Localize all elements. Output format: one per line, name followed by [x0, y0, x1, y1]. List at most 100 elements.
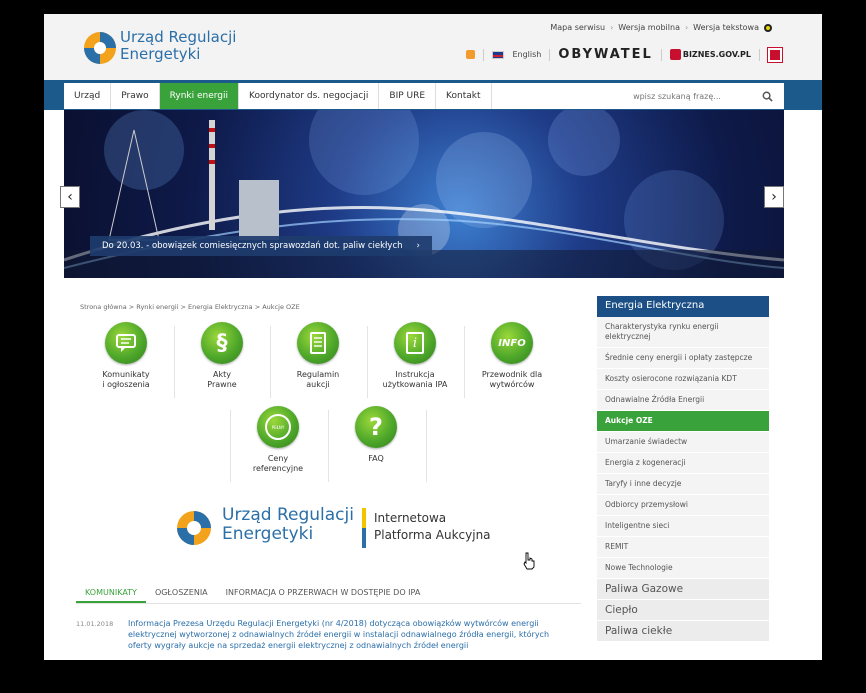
gauge-icon: PEŁNY [257, 406, 299, 448]
breadcrumb[interactable]: Strona główna > Rynki energii > Energia … [80, 303, 300, 311]
info-glyph: i [406, 332, 424, 354]
nav-item-rynki-energii[interactable]: Rynki energii [159, 83, 240, 109]
tile-instrukcja[interactable]: i Instrukcja użytkowania IPA [367, 322, 463, 390]
sidebar-section-paliwa-ciekle[interactable]: Paliwa ciekłe [597, 621, 769, 642]
ipa-name-line2: Energetyki [222, 524, 314, 544]
sidebar-item-nowe-technologie[interactable]: Nowe Technologie [597, 558, 769, 579]
banner-caption-text: Do 20.03. - obowiązek comiesięcznych spr… [102, 241, 403, 251]
tile-label: Komunikaty i ogłoszenia [102, 370, 150, 389]
banner-caption[interactable]: Do 20.03. - obowiązek comiesięcznych spr… [90, 236, 432, 256]
info-badge-icon: INFO [491, 322, 533, 364]
separator-icon: › [610, 23, 614, 32]
sidebar-item-inteligentne-sieci[interactable]: Inteligentne sieci [597, 516, 769, 537]
tile-label: Regulamin aukcji [296, 370, 340, 389]
tile-faq[interactable]: ? FAQ [328, 406, 424, 464]
contrast-icon[interactable] [764, 23, 772, 32]
screen: Urząd Regulacji Energetyki Mapa serwisu … [0, 0, 866, 693]
obywatel-logo[interactable]: OBYWATEL [558, 47, 653, 62]
site-name-line2: Energetyki [120, 45, 201, 63]
biznes-gov-icon [669, 49, 681, 60]
tile-label: Przewodnik dla wytwórców [481, 370, 543, 389]
sidebar-item-odbiorcy[interactable]: Odbiorcy przemysłowi [597, 495, 769, 516]
tile-label: Ceny referencyjne [252, 454, 304, 473]
uk-flag-icon[interactable] [492, 50, 505, 59]
site-name-line1: Urząd Regulacji [120, 28, 237, 46]
nav-item-koordynator[interactable]: Koordynator ds. negocjacji [239, 83, 380, 109]
ipa-name-line1: Urząd Regulacji [222, 505, 354, 525]
carousel-prev-button[interactable]: ‹ [60, 186, 80, 208]
sitemap-link[interactable]: Mapa serwisu [550, 23, 605, 32]
site-name[interactable]: Urząd Regulacji Energetyki [120, 29, 236, 63]
nav-item-bip-ure[interactable]: BIP URE [379, 83, 437, 109]
sidebar-item-taryfy[interactable]: Taryfy i inne decyzje [597, 474, 769, 495]
tile-komunikaty[interactable]: Komunikaty i ogłoszenia [78, 322, 174, 390]
biznes-gov-text: BIZNES.GOV.PL [682, 50, 751, 59]
tile-divider [174, 326, 175, 398]
separator-icon: › [684, 23, 689, 32]
chevron-right-icon: › [416, 241, 420, 251]
ure-logo-icon[interactable] [80, 28, 120, 68]
nav-item-prawo[interactable]: Prawo [111, 83, 160, 109]
main-nav: Urząd Prawo Rynki energii Koordynator ds… [64, 83, 784, 109]
tile-label: FAQ [368, 454, 384, 463]
tile-divider [270, 326, 271, 398]
tile-divider [230, 410, 231, 482]
sidebar-heading[interactable]: Energia Elektryczna [597, 296, 769, 317]
tile-regulamin[interactable]: Regulamin aukcji [270, 322, 366, 390]
document-icon [297, 322, 339, 364]
tile-divider [367, 326, 368, 398]
sidebar-item-umarzanie[interactable]: Umarzanie świadectw [597, 432, 769, 453]
news-tabs: KOMUNIKATY OGŁOSZENIA INFORMACJA O PRZER… [76, 584, 581, 604]
divider [660, 48, 662, 61]
ipa-logo-subtitle: Internetowa Platforma Aukcyjna [374, 510, 491, 544]
tile-label: Akty Prawne [207, 370, 237, 389]
paragraph-icon: § [201, 322, 243, 364]
divider [759, 48, 760, 61]
tab-przerwy-ipa[interactable]: INFORMACJA O PRZERWACH W DOSTĘPIE DO IPA [217, 584, 430, 603]
tile-przewodnik[interactable]: INFO Przewodnik dla wytwórców [464, 322, 560, 390]
sidebar-section-paliwa-gazowe[interactable]: Paliwa Gazowe [597, 579, 769, 600]
search-box [584, 83, 784, 109]
browser-page: Urząd Regulacji Energetyki Mapa serwisu … [44, 14, 822, 674]
sidebar-item-oze[interactable]: Odnawialne Źródła Energii [597, 390, 769, 411]
nav-item-kontakt[interactable]: Kontakt [436, 83, 492, 109]
sidebar-item-kogeneracja[interactable]: Energia z kogeneracji [597, 453, 769, 474]
sidebar-item-srednie-ceny[interactable]: Średnie ceny energii i opłaty zastępcze [597, 348, 769, 369]
sidebar-item-remit[interactable]: REMIT [597, 537, 769, 558]
sidebar-item-aukcje-oze[interactable]: Aukcje OZE [597, 411, 769, 432]
tile-akty-prawne[interactable]: § Akty Prawne [174, 322, 270, 390]
nav-bar: Urząd Prawo Rynki energii Koordynator ds… [44, 80, 822, 110]
tile-divider [426, 410, 427, 482]
sidebar-item-charakterystyka[interactable]: Charakterystyka rynku energii elektryczn… [597, 317, 769, 348]
tile-divider [328, 410, 329, 482]
question-icon: ? [355, 406, 397, 448]
tile-label: Instrukcja użytkowania IPA [382, 370, 448, 389]
english-link[interactable]: English [512, 50, 541, 59]
top-links: Mapa serwisu › Wersja mobilna › Wersja t… [550, 23, 772, 32]
ipa-sub-line2: Platforma Aukcyjna [374, 528, 491, 542]
obywatel-logo-text: OBYWATEL [558, 47, 653, 62]
rss-icon[interactable] [466, 50, 476, 59]
search-icon[interactable] [762, 91, 773, 102]
carousel-next-button[interactable]: › [764, 186, 784, 208]
sidebar-item-koszty-osierocone[interactable]: Koszty osierocone rozwiązania KDT [597, 369, 769, 390]
bip-emblem-icon[interactable] [767, 46, 783, 63]
biznes-gov-logo[interactable]: BIZNES.GOV.PL [669, 49, 751, 60]
info-document-icon: i [394, 322, 436, 364]
divider [483, 48, 485, 61]
speech-bubble-icon [105, 322, 147, 364]
text-version-link[interactable]: Wersja tekstowa [693, 23, 759, 32]
search-input[interactable] [592, 91, 762, 101]
gauge-glyph: PEŁNY [265, 414, 291, 440]
tab-ogloszenia[interactable]: OGŁOSZENIA [146, 584, 217, 603]
sidebar-section-cieplo[interactable]: Ciepło [597, 600, 769, 621]
news-link[interactable]: Informacja Prezesa Urzędu Regulacji Ener… [128, 618, 568, 651]
ipa-platform-link[interactable]: Urząd Regulacji Energetyki Internetowa P… [174, 506, 514, 556]
tile-ceny-referencyjne[interactable]: PEŁNY Ceny referencyjne [230, 406, 326, 474]
tab-komunikaty[interactable]: KOMUNIKATY [76, 584, 146, 603]
hero-banner[interactable]: Do 20.03. - obowiązek comiesięcznych spr… [64, 110, 784, 278]
news-date: 11.01.2018 [76, 620, 114, 628]
tile-divider [464, 326, 465, 398]
nav-item-urzad[interactable]: Urząd [64, 83, 112, 109]
mobile-version-link[interactable]: Wersja mobilna [618, 23, 680, 32]
